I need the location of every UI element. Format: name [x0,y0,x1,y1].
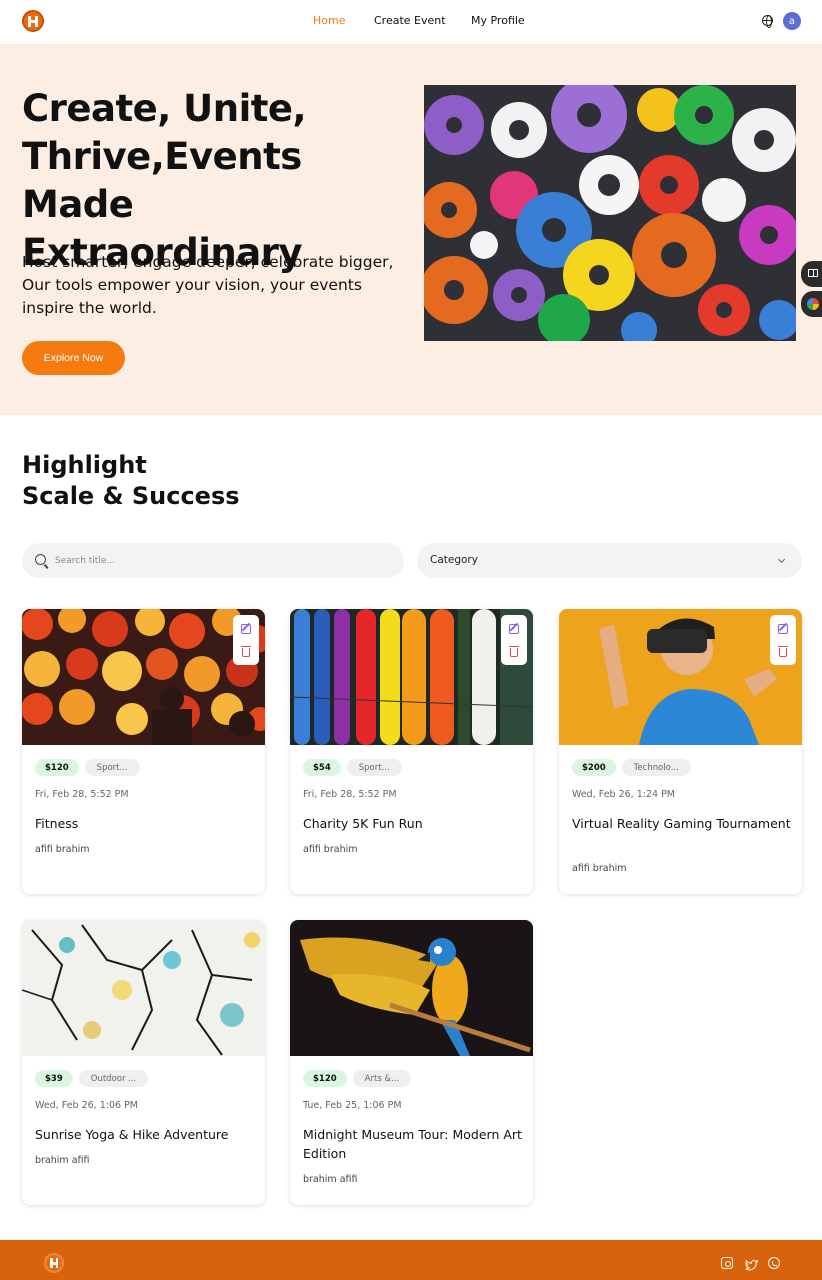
event-image-vr [559,609,802,745]
category-badge: Arts &... [352,1070,412,1087]
price-badge: $54 [303,759,341,776]
top-nav: Home Create Event My Profile a [0,0,822,45]
event-title: Virtual Reality Gaming Tournament [572,816,791,831]
search-icon [35,554,46,565]
event-image-cracked-paint [22,920,265,1056]
edit-icon[interactable] [241,624,251,634]
event-title: Charity 5K Fun Run [303,816,423,831]
event-card-museum-tour[interactable]: $120 Arts &... Tue, Feb 25, 1:06 PM Midn… [290,920,533,1205]
avatar[interactable]: a [783,12,801,30]
chevron-down-icon [777,555,786,564]
reader-tab[interactable] [801,261,822,287]
event-title: Fitness [35,816,79,831]
card-actions [770,615,796,665]
category-badge: Sport... [84,759,140,776]
event-author: brahim afifi [35,1155,90,1166]
edit-icon[interactable] [778,624,788,634]
hero: Create, Unite, Thrive,Events Made Extrao… [0,45,822,415]
event-card-fitness[interactable]: $120 Sport... Fri, Feb 28, 5:52 PM Fitne… [22,609,265,894]
book-icon [808,269,818,277]
trash-icon[interactable] [241,646,251,657]
nav-my-profile[interactable]: My Profile [471,14,525,27]
event-title: Sunrise Yoga & Hike Adventure [35,1127,229,1142]
edit-icon[interactable] [509,624,519,634]
section-title-line1: Highlight [22,451,147,479]
globe-icon[interactable] [762,15,773,28]
event-author: afifi brahim [303,844,358,855]
instagram-icon[interactable] [721,1257,733,1269]
footer [0,1240,822,1280]
hero-title: Create, Unite, Thrive,Events Made Extrao… [22,87,307,274]
event-image-parrot [290,920,533,1056]
event-author: afifi brahim [35,844,90,855]
category-label: Category [430,554,478,566]
badges: $200 Technolo... [572,759,691,776]
trash-icon[interactable] [778,646,788,657]
price-badge: $200 [572,759,616,776]
trash-icon[interactable] [509,646,519,657]
category-select[interactable]: Category [417,543,802,578]
event-date: Wed, Feb 26, 1:24 PM [572,789,675,800]
price-badge: $39 [35,1070,73,1087]
event-date: Fri, Feb 28, 5:52 PM [35,789,129,800]
badges: $120 Sport... [35,759,140,776]
price-badge: $120 [35,759,79,776]
event-card-vr-gaming[interactable]: $200 Technolo... Wed, Feb 26, 1:24 PM Vi… [559,609,802,894]
explore-now-button[interactable]: Explore Now [22,341,125,375]
section-title-line2: Scale & Success [22,482,240,510]
card-actions [233,615,259,665]
event-card-charity-run[interactable]: $54 Sport... Fri, Feb 28, 5:52 PM Charit… [290,609,533,894]
badges: $39 Outdoor ... [35,1070,149,1087]
event-author: afifi brahim [572,863,627,874]
category-badge: Sport... [346,759,402,776]
hero-subtitle: Host smarter, engage deeper, celebrate b… [22,253,394,317]
nav-create-event[interactable]: Create Event [374,14,446,27]
google-icon [807,298,819,310]
section-title: Highlight Scale & Success [22,450,240,512]
event-title: Midnight Museum Tour: Modern Art Edition [303,1127,522,1161]
event-date: Fri, Feb 28, 5:52 PM [303,789,397,800]
event-card-sunrise-yoga[interactable]: $39 Outdoor ... Wed, Feb 26, 1:06 PM Sun… [22,920,265,1205]
nav-home[interactable]: Home [313,14,345,27]
badges: $54 Sport... [303,759,402,776]
event-image-surfboards [290,609,533,745]
hero-gears-image [424,85,796,341]
nav-links: Home Create Event My Profile [0,0,822,45]
event-author: brahim afifi [303,1174,358,1185]
footer-logo[interactable] [44,1253,64,1273]
category-badge: Technolo... [621,759,691,776]
twitter-icon[interactable] [745,1257,758,1271]
search-bar[interactable] [22,543,404,578]
event-image-lanterns [22,609,265,745]
extension-tab[interactable] [801,291,822,317]
event-date: Tue, Feb 25, 1:06 PM [303,1100,402,1111]
badges: $120 Arts &... [303,1070,412,1087]
event-date: Wed, Feb 26, 1:06 PM [35,1100,138,1111]
category-badge: Outdoor ... [78,1070,149,1087]
card-actions [501,615,527,665]
search-input[interactable] [55,551,385,571]
whatsapp-icon[interactable] [768,1257,780,1269]
price-badge: $120 [303,1070,347,1087]
